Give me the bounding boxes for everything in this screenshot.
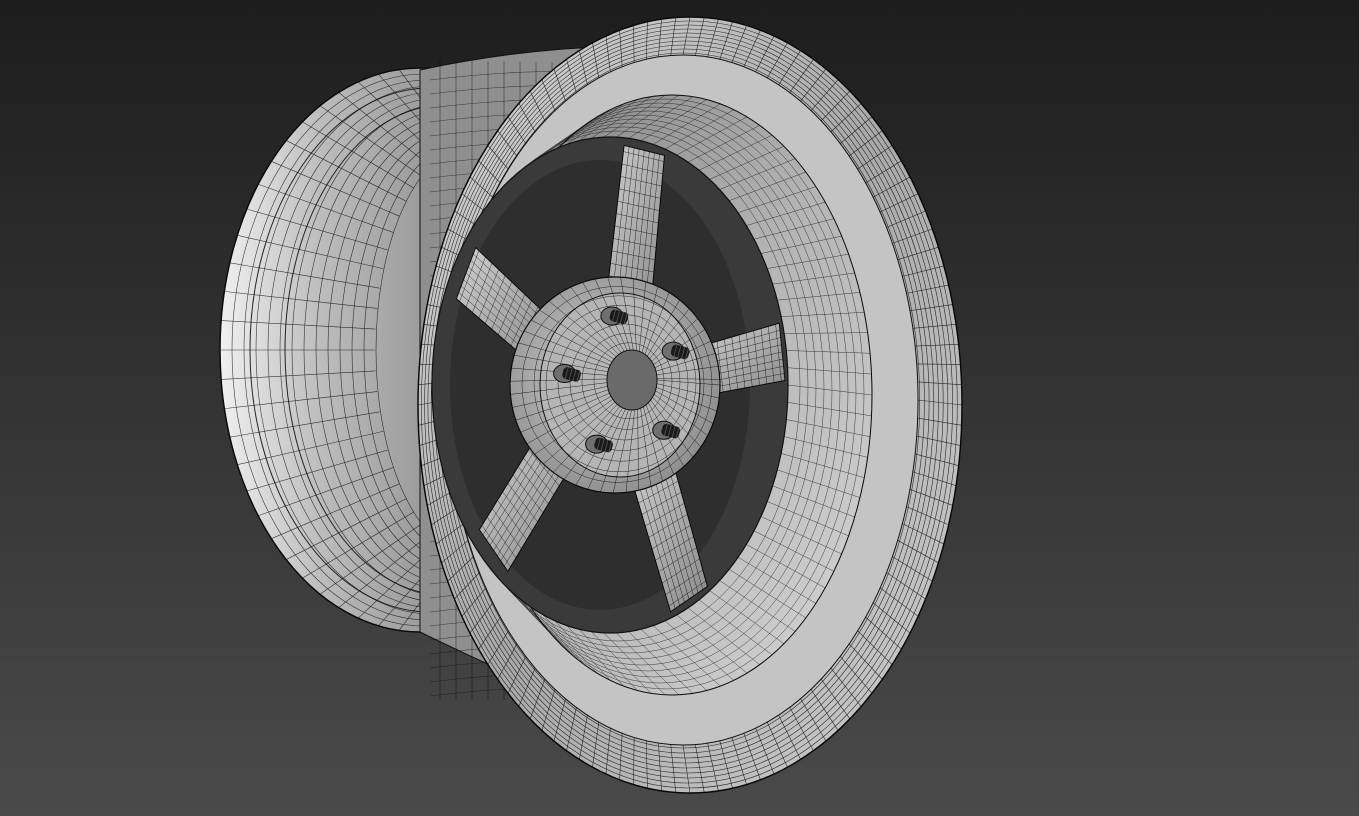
wheel-render[interactable] [0,0,1359,816]
center-bore [606,349,658,411]
3d-viewport[interactable] [0,0,1359,816]
